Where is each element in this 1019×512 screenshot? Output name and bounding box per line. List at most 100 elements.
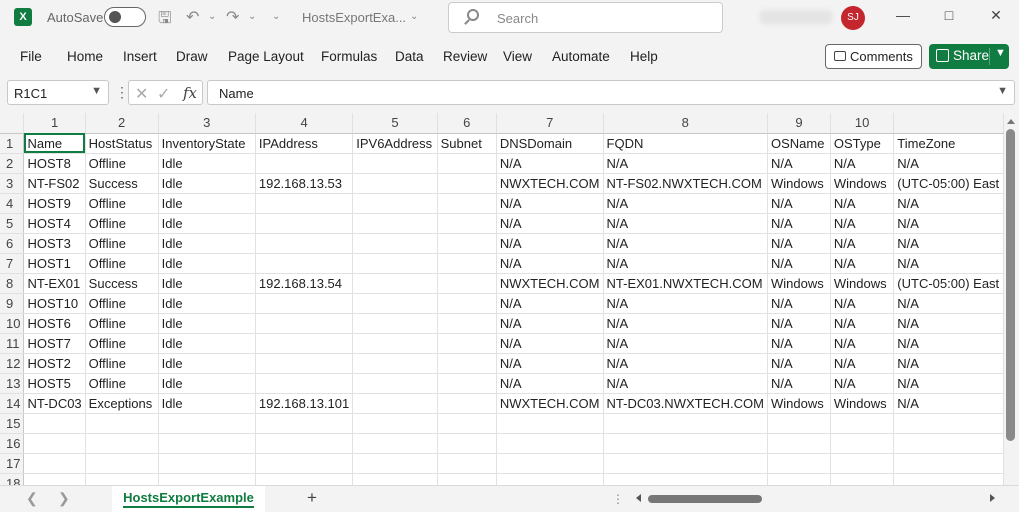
column-header[interactable]: 8	[603, 113, 768, 134]
table-cell[interactable]: N/A	[830, 333, 895, 354]
table-cell[interactable]: Success	[85, 273, 159, 294]
table-cell[interactable]: HOST8	[23, 153, 86, 174]
table-cell[interactable]: N/A	[893, 153, 1004, 174]
table-cell[interactable]	[767, 413, 831, 434]
table-cell[interactable]	[352, 253, 438, 274]
avatar[interactable]: SJ	[841, 6, 865, 30]
table-cell[interactable]: N/A	[603, 253, 768, 274]
table-cell[interactable]	[437, 333, 497, 354]
table-cell[interactable]	[352, 313, 438, 334]
table-cell[interactable]	[158, 413, 256, 434]
row-header[interactable]: 1	[0, 133, 25, 154]
table-cell[interactable]	[437, 313, 497, 334]
column-header[interactable]: 4	[255, 113, 354, 134]
tab-help[interactable]: Help	[630, 49, 658, 64]
table-cell[interactable]	[85, 453, 159, 474]
table-cell[interactable]: N/A	[603, 153, 768, 174]
table-cell[interactable]: N/A	[893, 213, 1004, 234]
table-cell[interactable]	[255, 333, 354, 354]
table-cell[interactable]	[437, 253, 497, 274]
table-cell[interactable]	[603, 433, 768, 454]
table-cell[interactable]: Idle	[158, 233, 256, 254]
formula-input[interactable]: Name ▼	[207, 80, 1015, 105]
column-header[interactable]: 5	[352, 113, 438, 134]
row-header[interactable]: 8	[0, 273, 25, 294]
table-cell[interactable]: N/A	[767, 253, 831, 274]
table-cell[interactable]: Idle	[158, 373, 256, 394]
table-cell[interactable]	[437, 173, 497, 194]
restore-icon[interactable]: □	[939, 7, 959, 27]
tab-page-layout[interactable]: Page Layout	[228, 49, 304, 64]
table-cell[interactable]: (UTC-05:00) East	[893, 273, 1004, 294]
header-cell[interactable]: OSType	[830, 133, 895, 154]
table-cell[interactable]	[603, 453, 768, 474]
column-header[interactable]	[893, 113, 1004, 134]
row-header[interactable]: 13	[0, 373, 25, 394]
table-cell[interactable]: N/A	[496, 233, 604, 254]
table-cell[interactable]: N/A	[830, 373, 895, 394]
row-header[interactable]: 3	[0, 173, 25, 194]
insert-function-icon[interactable]: fx	[183, 84, 197, 102]
table-cell[interactable]: Idle	[158, 153, 256, 174]
tab-view[interactable]: View	[503, 49, 532, 64]
table-cell[interactable]: N/A	[830, 153, 895, 174]
column-header[interactable]: 10	[830, 113, 895, 134]
table-cell[interactable]	[352, 293, 438, 314]
prev-sheet-icon[interactable]: ❮	[26, 490, 38, 507]
table-cell[interactable]	[255, 253, 354, 274]
table-cell[interactable]	[23, 433, 86, 454]
table-cell[interactable]: Idle	[158, 353, 256, 374]
table-cell[interactable]: N/A	[767, 213, 831, 234]
table-cell[interactable]: N/A	[893, 373, 1004, 394]
table-cell[interactable]: N/A	[603, 293, 768, 314]
table-cell[interactable]: N/A	[830, 233, 895, 254]
table-cell[interactable]	[603, 473, 768, 485]
table-cell[interactable]: N/A	[496, 353, 604, 374]
confirm-icon[interactable]: ✓	[157, 84, 170, 104]
table-cell[interactable]	[352, 453, 438, 474]
table-cell[interactable]	[437, 393, 497, 414]
table-cell[interactable]: HOST10	[23, 293, 86, 314]
table-cell[interactable]: HOST1	[23, 253, 86, 274]
chevron-down-icon[interactable]: ⌄	[208, 11, 216, 22]
row-header[interactable]: 16	[0, 433, 25, 454]
table-cell[interactable]	[352, 333, 438, 354]
table-cell[interactable]	[23, 413, 86, 434]
table-cell[interactable]	[893, 413, 1004, 434]
row-header[interactable]: 12	[0, 353, 25, 374]
table-cell[interactable]: HOST5	[23, 373, 86, 394]
table-cell[interactable]	[437, 473, 497, 485]
redo-icon[interactable]: ↷	[226, 7, 239, 27]
column-header[interactable]: 9	[767, 113, 831, 134]
row-header[interactable]: 2	[0, 153, 25, 174]
table-cell[interactable]: HOST6	[23, 313, 86, 334]
table-cell[interactable]: N/A	[767, 153, 831, 174]
table-cell[interactable]: N/A	[603, 233, 768, 254]
table-cell[interactable]: NWXTECH.COM	[496, 393, 604, 414]
table-cell[interactable]: N/A	[496, 373, 604, 394]
tab-data[interactable]: Data	[395, 49, 424, 64]
select-all-corner[interactable]	[0, 113, 25, 134]
table-cell[interactable]	[603, 413, 768, 434]
table-cell[interactable]	[352, 173, 438, 194]
table-cell[interactable]: Windows	[767, 173, 831, 194]
table-cell[interactable]: Offline	[85, 293, 159, 314]
table-cell[interactable]: Idle	[158, 253, 256, 274]
cancel-icon[interactable]: ✕	[135, 84, 148, 104]
table-cell[interactable]	[23, 473, 86, 485]
table-cell[interactable]: N/A	[603, 213, 768, 234]
header-cell[interactable]: Subnet	[437, 133, 497, 154]
table-cell[interactable]	[85, 473, 159, 485]
autosave-toggle[interactable]	[104, 7, 146, 27]
table-cell[interactable]	[830, 453, 895, 474]
table-cell[interactable]: N/A	[767, 373, 831, 394]
tab-home[interactable]: Home	[67, 49, 103, 64]
table-cell[interactable]: N/A	[893, 233, 1004, 254]
table-cell[interactable]	[255, 213, 354, 234]
table-cell[interactable]: N/A	[830, 253, 895, 274]
table-cell[interactable]	[352, 353, 438, 374]
table-cell[interactable]: Idle	[158, 393, 256, 414]
name-box[interactable]: R1C1 ▼	[7, 80, 109, 105]
table-cell[interactable]	[437, 413, 497, 434]
table-cell[interactable]: Offline	[85, 333, 159, 354]
